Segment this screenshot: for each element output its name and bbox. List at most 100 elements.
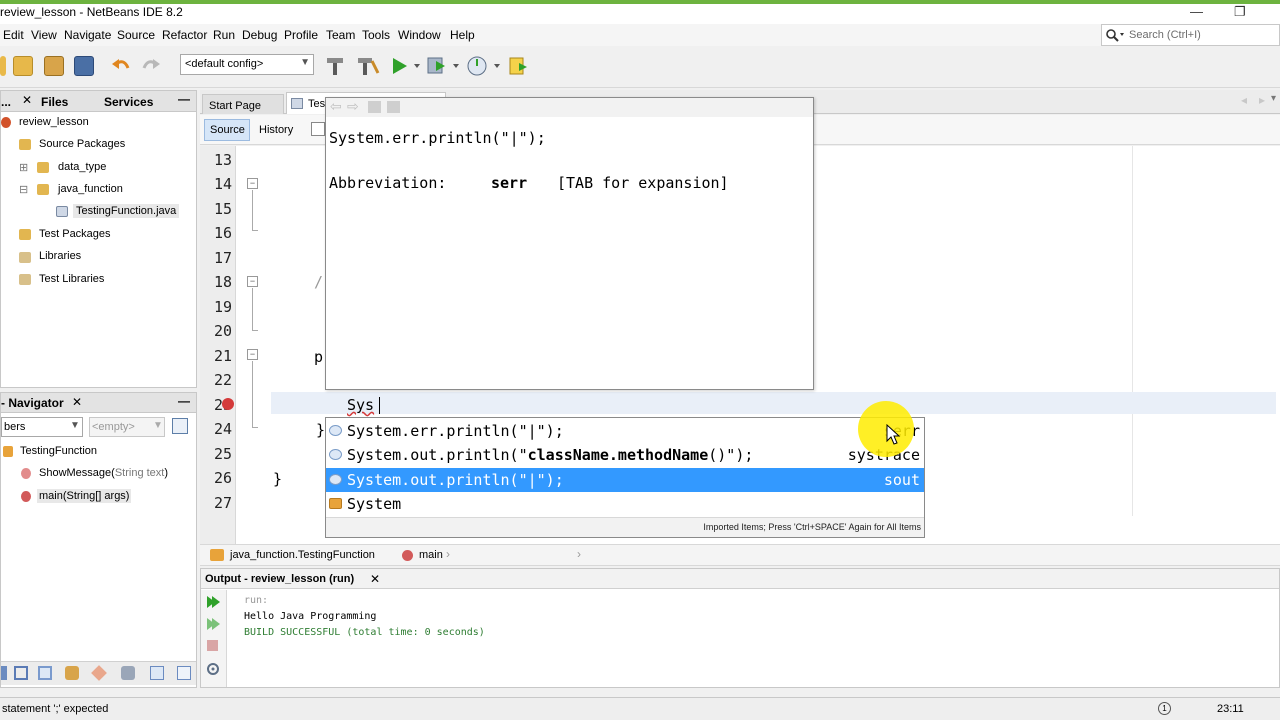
sort-icon[interactable] [177, 666, 191, 680]
title-bar: review_lesson - NetBeans IDE 8.2 — ❐ [0, 4, 1280, 24]
rerun-icon[interactable] [205, 594, 221, 610]
open-project-icon[interactable] [44, 56, 64, 76]
search-input[interactable]: Search (Ctrl+I) [1129, 29, 1201, 41]
menu-refactor[interactable]: Refactor [162, 28, 207, 42]
package-folder-icon [19, 139, 31, 150]
tree-item-test-libraries[interactable]: Test Libraries [39, 273, 104, 285]
notifications-icon[interactable]: 1 [1158, 702, 1171, 715]
navigator-options-icon[interactable] [172, 418, 188, 434]
back-arrow-icon[interactable]: ⇦ [330, 98, 342, 115]
menu-run[interactable]: Run [213, 28, 235, 42]
run-icon[interactable] [390, 56, 420, 76]
build-icon[interactable] [324, 55, 346, 77]
collapse-icon[interactable]: ⊟ [19, 183, 28, 196]
menu-help[interactable]: Help [450, 28, 475, 42]
new-file-icon[interactable] [0, 56, 6, 76]
clean-build-icon[interactable] [356, 55, 380, 77]
minimize-button[interactable]: — [1190, 4, 1203, 19]
close-icon[interactable]: ✕ [22, 93, 32, 107]
undo-icon[interactable] [110, 56, 132, 76]
apply-code-changes-icon[interactable] [507, 55, 529, 77]
fold-icon[interactable]: − [247, 178, 258, 189]
menu-view[interactable]: View [31, 28, 57, 42]
tree-item-libraries[interactable]: Libraries [39, 250, 81, 262]
source-button[interactable]: Source [204, 119, 250, 141]
filter-icon[interactable] [14, 666, 28, 680]
fold-icon[interactable]: − [247, 349, 258, 360]
minimize-panel-icon[interactable]: — [178, 92, 190, 106]
nav-item-class[interactable]: TestingFunction [20, 445, 97, 457]
line-number: 18 [213, 273, 232, 291]
tab-files[interactable]: Files [41, 95, 68, 109]
back-icon[interactable] [311, 122, 325, 136]
close-icon[interactable]: ✕ [370, 572, 380, 586]
completion-item-selected[interactable]: System.out.println("|"); sout [326, 468, 924, 492]
lock-icon[interactable] [65, 666, 79, 680]
line-number: 19 [213, 298, 232, 316]
menu-tools[interactable]: Tools [362, 28, 390, 42]
scroll-left-icon[interactable]: ◂ [1241, 93, 1247, 107]
filter-icon[interactable] [1, 666, 7, 680]
open-source-icon[interactable] [387, 101, 400, 113]
profile-icon[interactable] [466, 55, 502, 77]
menu-source[interactable]: Source [117, 28, 155, 42]
menu-navigate[interactable]: Navigate [64, 28, 111, 42]
history-button[interactable]: History [259, 124, 293, 136]
tab-list-icon[interactable]: ▾ [1271, 93, 1276, 104]
stop-icon[interactable] [207, 640, 218, 651]
close-icon[interactable]: ✕ [72, 395, 82, 409]
restore-button[interactable]: ❐ [1234, 4, 1246, 20]
navigator-title[interactable]: - Navigator [1, 396, 64, 410]
open-in-browser-icon[interactable] [368, 101, 381, 113]
members-select[interactable]: bers ▼ [1, 417, 83, 437]
menu-team[interactable]: Team [326, 28, 355, 42]
filter-select[interactable]: <empty> ▼ [89, 417, 165, 437]
filter-icon[interactable] [121, 666, 135, 680]
breadcrumb-method[interactable]: main [419, 549, 443, 561]
java-file-icon [56, 206, 68, 217]
window-title: review_lesson - NetBeans IDE 8.2 [0, 5, 183, 19]
completion-item[interactable]: System.out.println("className.methodName… [326, 443, 924, 467]
scroll-right-icon[interactable]: ▸ [1259, 93, 1265, 107]
completion-item[interactable]: System [326, 492, 924, 516]
output-tab-header: Output - review_lesson (run) ✕ [201, 569, 1279, 589]
output-title[interactable]: Output - review_lesson (run) [205, 573, 354, 585]
nav-item-main[interactable]: main(String[] args) [37, 489, 132, 503]
debug-icon[interactable] [426, 55, 460, 77]
expand-icon[interactable]: ⊞ [19, 161, 28, 174]
menu-window[interactable]: Window [398, 28, 441, 42]
menu-profile[interactable]: Profile [284, 28, 318, 42]
members-select-value: bers [4, 421, 26, 433]
redo-icon[interactable] [140, 56, 162, 76]
breadcrumb-class[interactable]: java_function.TestingFunction [230, 549, 375, 561]
filter-icon[interactable] [91, 665, 107, 681]
template-icon [329, 474, 342, 485]
fold-icon[interactable]: − [247, 276, 258, 287]
save-all-icon[interactable] [74, 56, 94, 76]
tab-projects[interactable]: ... [1, 95, 11, 109]
tree-item-java-function[interactable]: java_function [58, 183, 123, 195]
error-icon[interactable] [222, 398, 234, 410]
new-project-icon[interactable] [13, 56, 33, 76]
menu-debug[interactable]: Debug [242, 28, 277, 42]
rerun-with-params-icon[interactable] [205, 616, 221, 632]
minimize-panel-icon[interactable]: — [178, 394, 190, 408]
forward-arrow-icon[interactable]: ⇨ [347, 98, 359, 115]
status-message: statement ';' expected [2, 703, 109, 715]
tree-item-project[interactable]: review_lesson [19, 116, 89, 128]
menu-edit[interactable]: Edit [3, 28, 24, 42]
tree-item-source-packages[interactable]: Source Packages [39, 138, 125, 150]
search-box[interactable]: Search (Ctrl+I) [1101, 24, 1280, 46]
tree-item-testing-function[interactable]: TestingFunction.java [73, 204, 180, 218]
tab-start-page[interactable]: Start Page [202, 94, 284, 114]
tree-item-data-type[interactable]: data_type [58, 161, 106, 173]
tree-item-test-packages[interactable]: Test Packages [39, 228, 111, 240]
completion-item[interactable]: System.err.println("|"); serr [326, 419, 924, 443]
config-select[interactable]: <default config> ▼ [180, 54, 314, 75]
filter-icon[interactable] [38, 666, 52, 680]
sort-icon[interactable] [150, 666, 164, 680]
method-close: ) [164, 467, 169, 479]
tab-services[interactable]: Services [104, 95, 153, 109]
settings-icon[interactable] [204, 660, 222, 678]
nav-item-show-message[interactable]: ShowMessage(String text) [39, 467, 168, 479]
